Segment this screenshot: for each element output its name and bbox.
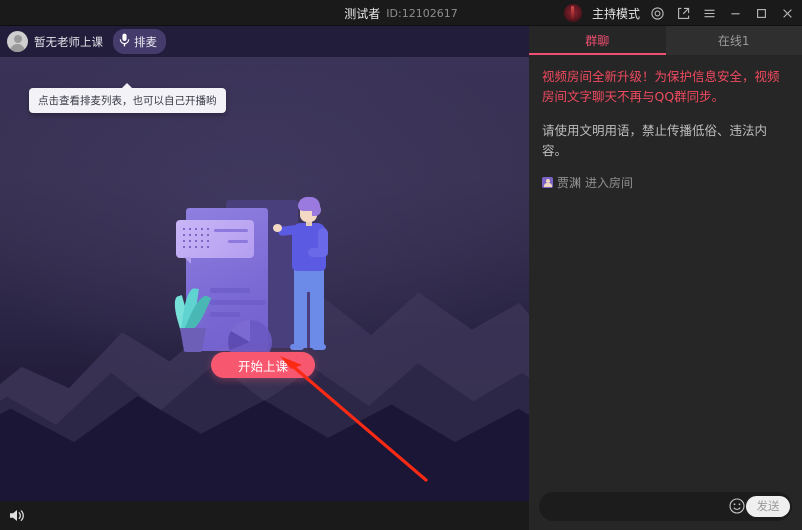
teacher-avatar: [7, 31, 28, 52]
room-name: 测试者: [344, 5, 380, 22]
illustration-person-leg-split: [307, 292, 310, 348]
room-id: ID:12102617: [386, 7, 457, 20]
title-bar-controls: 主持模式: [564, 0, 796, 26]
chat-warning-message: 请使用文明用语，禁止传播低俗、违法内容。: [542, 121, 789, 161]
maximize-icon[interactable]: [753, 5, 770, 22]
mic-queue-button[interactable]: 排麦: [113, 29, 166, 54]
illustration-text-line: [210, 300, 266, 305]
mic-queue-tooltip: 点击查看排麦列表，也可以自己开播哟: [29, 88, 226, 113]
chat-message-list: 视频房间全新升级！为保护信息安全，视频房间文字聊天不再与QQ群同步。 请使用文明…: [529, 55, 802, 482]
host-mode-label[interactable]: 主持模式: [592, 5, 640, 22]
menu-icon[interactable]: [701, 5, 718, 22]
tab-group-chat[interactable]: 群聊: [529, 26, 666, 55]
chat-input-row: 发送: [529, 482, 802, 530]
illustration-bubble-line: [228, 240, 248, 243]
minimize-icon[interactable]: [727, 5, 744, 22]
illustration-plant-pot: [180, 328, 206, 352]
close-icon[interactable]: [779, 5, 796, 22]
host-avatar[interactable]: [564, 4, 582, 22]
illustration-person-forearm: [308, 248, 328, 257]
send-button[interactable]: 发送: [746, 496, 790, 517]
illustration-speech-bubble: [176, 220, 254, 258]
illustration-person-hand: [273, 224, 282, 232]
illustration-bubble-line: [214, 229, 248, 232]
chat-panel: 群聊 在线1 视频房间全新升级！为保护信息安全，视频房间文字聊天不再与QQ群同步…: [529, 26, 802, 530]
illustration-person-foot: [312, 344, 326, 350]
chat-tabs: 群聊 在线1: [529, 26, 802, 55]
stage-bottom-bar: [0, 501, 529, 530]
illustration-dot-grid: [181, 226, 209, 252]
smiley-icon[interactable]: [728, 497, 746, 515]
title-bar: 测试者 ID:12102617 主持模式: [0, 0, 802, 26]
join-action-label: 进入房间: [585, 174, 633, 191]
teacher-status-chip: 暂无老师上课: [7, 31, 103, 52]
popout-icon[interactable]: [675, 5, 692, 22]
tab-online-list[interactable]: 在线1: [666, 26, 802, 55]
video-stage: 开始上课 暂无老师上课 排麦 点击查看排麦列表，也可以自己开播哟: [0, 26, 529, 501]
chat-join-event: 贾渊 进入房间: [542, 174, 789, 191]
illustration-text-line: [210, 312, 240, 317]
start-class-button[interactable]: 开始上课: [211, 352, 315, 378]
chat-input-wrapper: 发送: [539, 492, 792, 521]
illustration-text-line: [210, 288, 250, 293]
mic-queue-label: 排麦: [134, 34, 157, 50]
record-icon[interactable]: [649, 5, 666, 22]
empty-state-illustration: [172, 188, 364, 370]
user-avatar-icon: [542, 177, 553, 188]
illustration-person-foot: [290, 344, 304, 350]
illustration-person-hair-back: [312, 204, 321, 216]
microphone-icon: [119, 32, 130, 51]
teacher-status-label: 暂无老师上课: [34, 34, 103, 50]
join-user-name: 贾渊: [557, 174, 581, 191]
chat-notice-message: 视频房间全新升级！为保护信息安全，视频房间文字聊天不再与QQ群同步。: [542, 67, 789, 107]
stage-top-bar: 暂无老师上课 排麦: [0, 26, 529, 57]
speaker-icon[interactable]: [6, 505, 28, 527]
